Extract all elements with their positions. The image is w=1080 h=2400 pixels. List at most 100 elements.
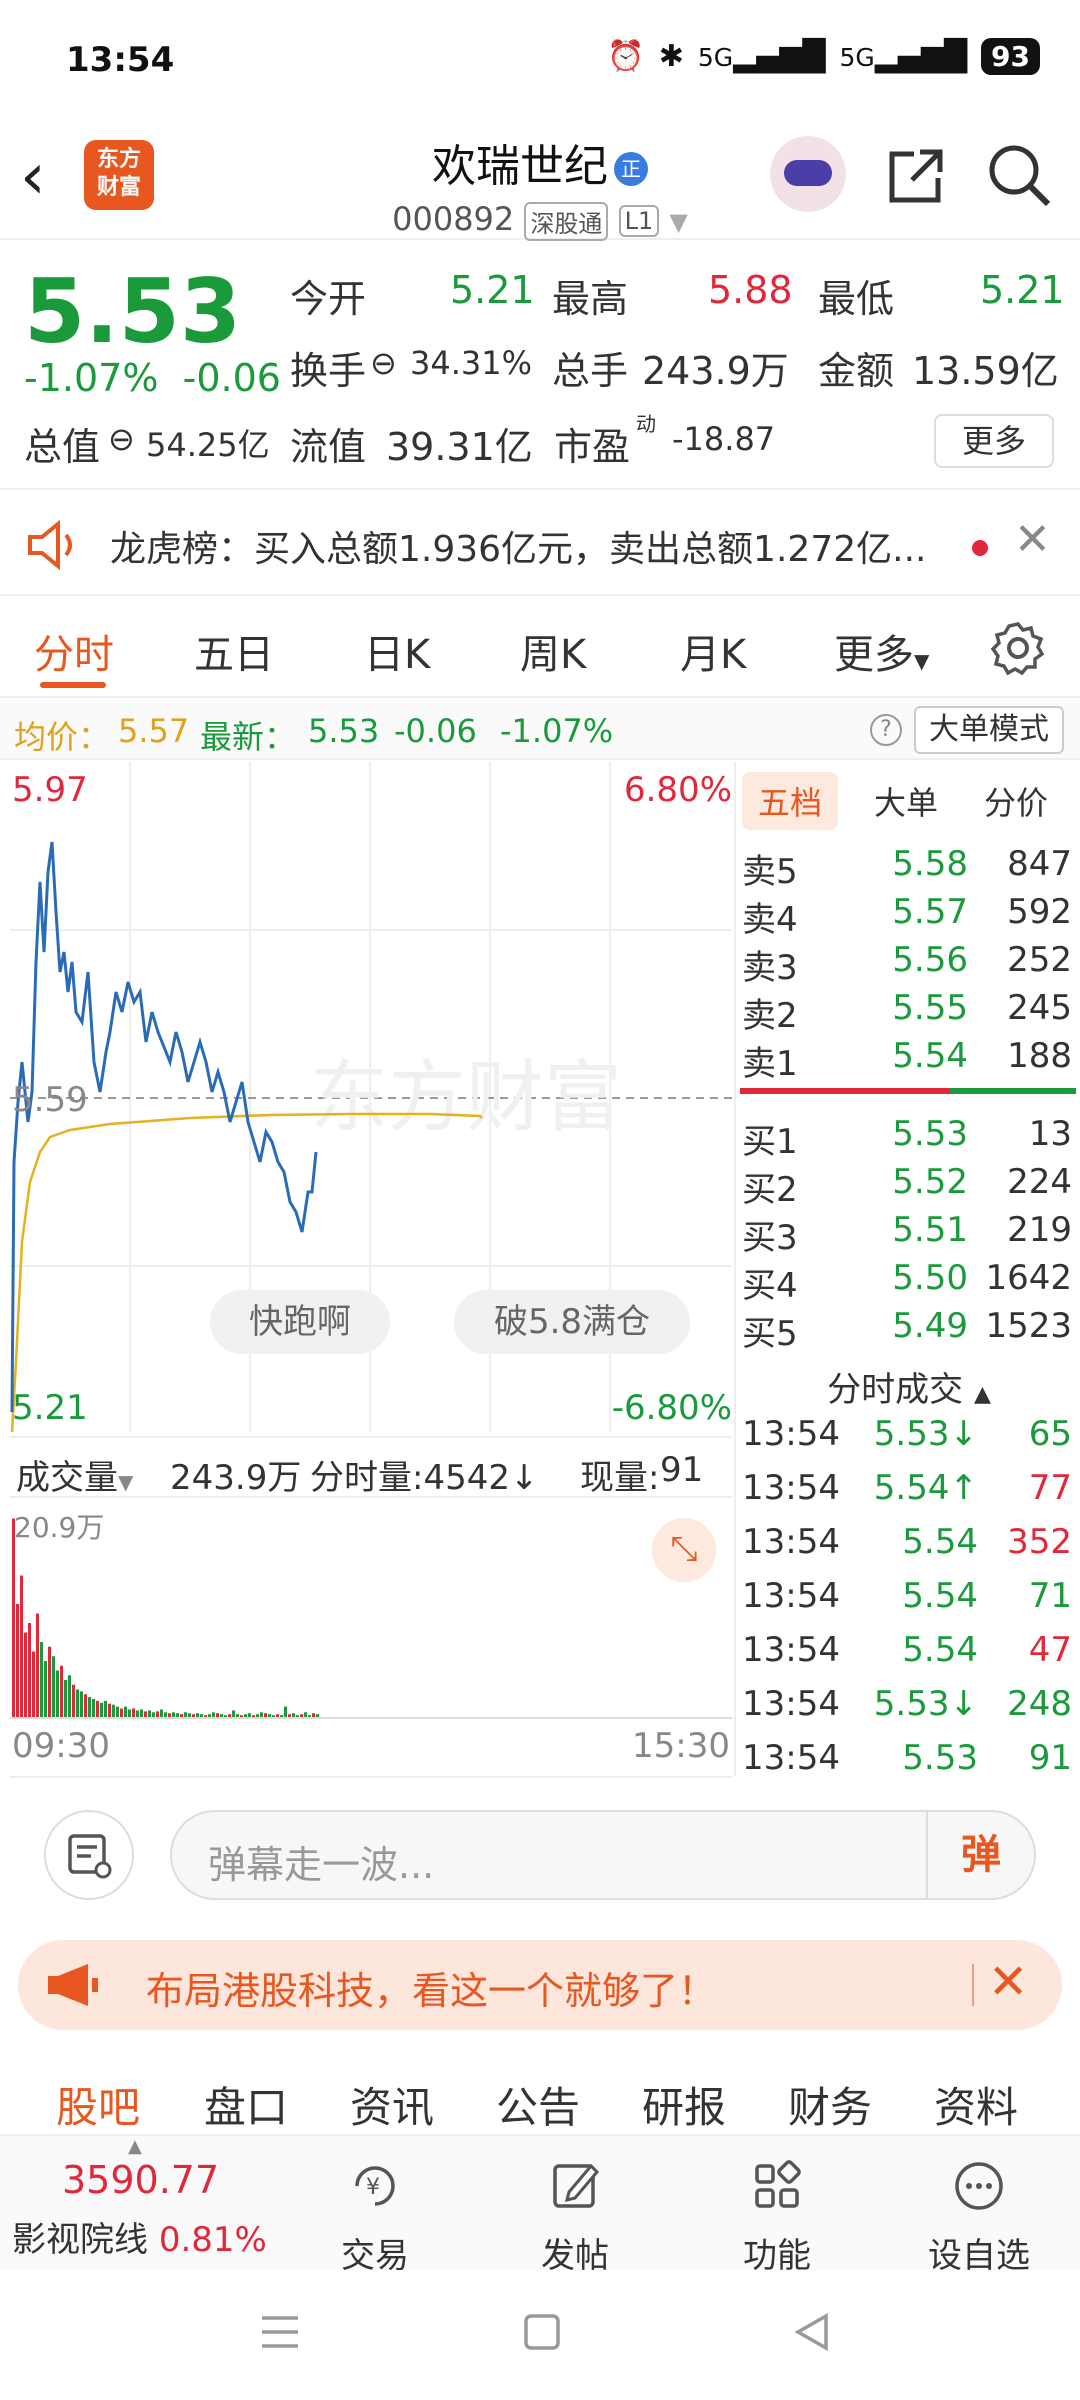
tab-research[interactable]: 研报 [642,2074,726,2135]
trade-row: 13:54 5.54↑ 77 [742,1468,1072,1508]
volume-bar [128,1709,131,1718]
send-danmu-button[interactable]: 弹 [926,1812,1034,1898]
ask-bid-ratio-green [950,1088,1076,1094]
volume-bar [96,1700,99,1718]
promo-text: 布局港股科技，看这一个就够了！ [146,1969,717,2013]
info-icon[interactable]: ⊖ [370,344,397,382]
bid-row[interactable]: 买3 5.51 219 [738,1210,1078,1258]
ask-row[interactable]: 卖2 5.55 245 [738,988,1078,1036]
help-icon[interactable]: ? [870,714,902,746]
bid-row[interactable]: 买4 5.50 1642 [738,1258,1078,1306]
big-order-mode-button[interactable]: 大单模式 [914,706,1064,754]
close-icon[interactable]: ✕ [988,1954,1028,2010]
tab-announcements[interactable]: 公告 [496,2074,580,2135]
danmu-input[interactable]: 弹幕走一波... 弹 [170,1810,1036,1900]
volume-bar [72,1684,75,1718]
trades-title[interactable]: 分时成交 ▲ [738,1362,1080,1411]
nav-add-watchlist[interactable]: 设自选 [914,2156,1044,2277]
signal-5g-icon-2: 5G▂▄▆█ [839,39,968,74]
trade-row: 13:54 5.53↓ 65 [742,1414,1072,1454]
volume-bar [160,1709,163,1718]
nav-functions[interactable]: 功能 [712,2156,842,2277]
volume-bar [36,1613,39,1718]
system-nav-bar [0,2270,1080,2400]
trade-icon: ¥ [355,2166,395,2206]
volume-bar [124,1706,127,1718]
tab-pankou[interactable]: 盘口 [204,2074,288,2135]
axis-mid-price: 5.59 [12,1080,88,1120]
volume-bar [40,1642,43,1718]
content-tabs: 股吧 盘口 资讯 公告 研报 财务 资料 [0,2056,1080,2134]
sector-index-value[interactable]: 3590.77 [62,2158,219,2202]
grid-icon [755,2160,801,2208]
trade-row: 13:54 5.54 71 [742,1576,1072,1616]
tab-profile[interactable]: 资料 [934,2074,1018,2135]
settings-icon[interactable] [990,620,1046,676]
edit-icon [553,2163,600,2208]
volume-bars-svg [10,1518,732,1719]
volume-bar [132,1708,135,1718]
sector-index[interactable]: 影视院线 0.81% [12,2212,267,2261]
volume-bar [80,1691,83,1718]
unread-dot [972,540,988,556]
bid-row[interactable]: 买5 5.49 1523 [738,1306,1078,1354]
menu-icon[interactable] [258,2312,302,2352]
promo-banner[interactable]: 布局港股科技，看这一个就够了！ ✕ [18,1940,1062,2030]
volume-bar [88,1697,91,1718]
volume-bar [56,1670,59,1718]
ask-row[interactable]: 卖4 5.57 592 [738,892,1078,940]
tab-5day[interactable]: 五日 [194,622,274,680]
tab-price-dist[interactable]: 分价 [984,778,1048,824]
intraday-chart[interactable]: 东方财富 5.97 6.80% 5.59 5.21 -6.80% 快跑啊 破5.… [10,762,732,1432]
chart-watermark: 东方财富 [310,1053,622,1141]
app-logo[interactable]: 东方 财富 [84,140,154,210]
more-button[interactable]: 更多 [934,414,1054,468]
volume-bar [68,1675,71,1718]
stock-code-line[interactable]: 000892 深股通 L1 ▼ [280,200,800,241]
tab-big-orders[interactable]: 大单 [874,778,938,824]
connect-tag: 深股通 [524,201,609,241]
battery-icon: 93 [981,38,1040,75]
tab-finance[interactable]: 财务 [788,2074,872,2135]
comment-settings-icon[interactable] [44,1810,134,1900]
info-icon[interactable]: ⊖ [108,420,135,458]
nav-trade[interactable]: ¥ 交易 [310,2156,440,2277]
dropdown-icon: ▼ [669,208,688,236]
close-icon[interactable]: ✕ [1014,514,1051,565]
ai-assistant-icon[interactable] [770,136,846,212]
stock-title: 欢瑞世纪正 [280,130,800,194]
bid-row[interactable]: 买2 5.52 224 [738,1162,1078,1210]
dragon-tiger-banner[interactable]: 龙虎榜：买入总额1.936亿元，卖出总额1.272亿... ✕ [0,492,1080,596]
collapse-arrow-icon[interactable]: ▲ [128,2136,142,2157]
back-nav-icon[interactable] [790,2310,834,2354]
tab-more[interactable]: 更多▼ [834,622,929,680]
trade-row: 13:54 5.54 47 [742,1630,1072,1670]
tab-daily[interactable]: 日K [364,622,430,680]
tab-monthly[interactable]: 月K [680,622,746,680]
bid-row[interactable]: 买1 5.53 13 [738,1114,1078,1162]
comment-bar: 弹幕走一波... 弹 [0,1778,1080,1928]
ask-row[interactable]: 卖5 5.58 847 [738,844,1078,892]
title-block: 欢瑞世纪正 000892 深股通 L1 ▼ [280,130,800,241]
back-button[interactable]: ‹ [20,142,80,212]
banner-text: 龙虎榜：买入总额1.936亿元，卖出总额1.272亿... [110,529,927,570]
volume-bar [140,1709,143,1718]
search-icon[interactable] [984,140,1054,210]
tab-fenshi[interactable]: 分时 [34,622,114,680]
tab-weekly[interactable]: 周K [520,622,586,680]
tab-guba[interactable]: 股吧 [56,2074,140,2135]
volume-chart[interactable]: 20.9万 ⤡ 09:30 15:30 [10,1500,732,1778]
ask-row[interactable]: 卖1 5.54 188 [738,1036,1078,1084]
volume-bar [108,1703,111,1718]
tab-news[interactable]: 资讯 [350,2074,434,2135]
volume-bar [76,1689,79,1718]
volume-bar [64,1680,67,1718]
volume-dropdown[interactable]: 成交量▼ [16,1450,133,1499]
volume-bar [84,1694,87,1718]
tab-five-levels[interactable]: 五档 [742,772,839,830]
nav-post[interactable]: 发帖 [510,2156,640,2277]
share-icon[interactable] [884,144,948,208]
ask-row[interactable]: 卖3 5.56 252 [738,940,1078,988]
home-icon[interactable] [520,2310,564,2354]
volume-bar [12,1518,15,1718]
